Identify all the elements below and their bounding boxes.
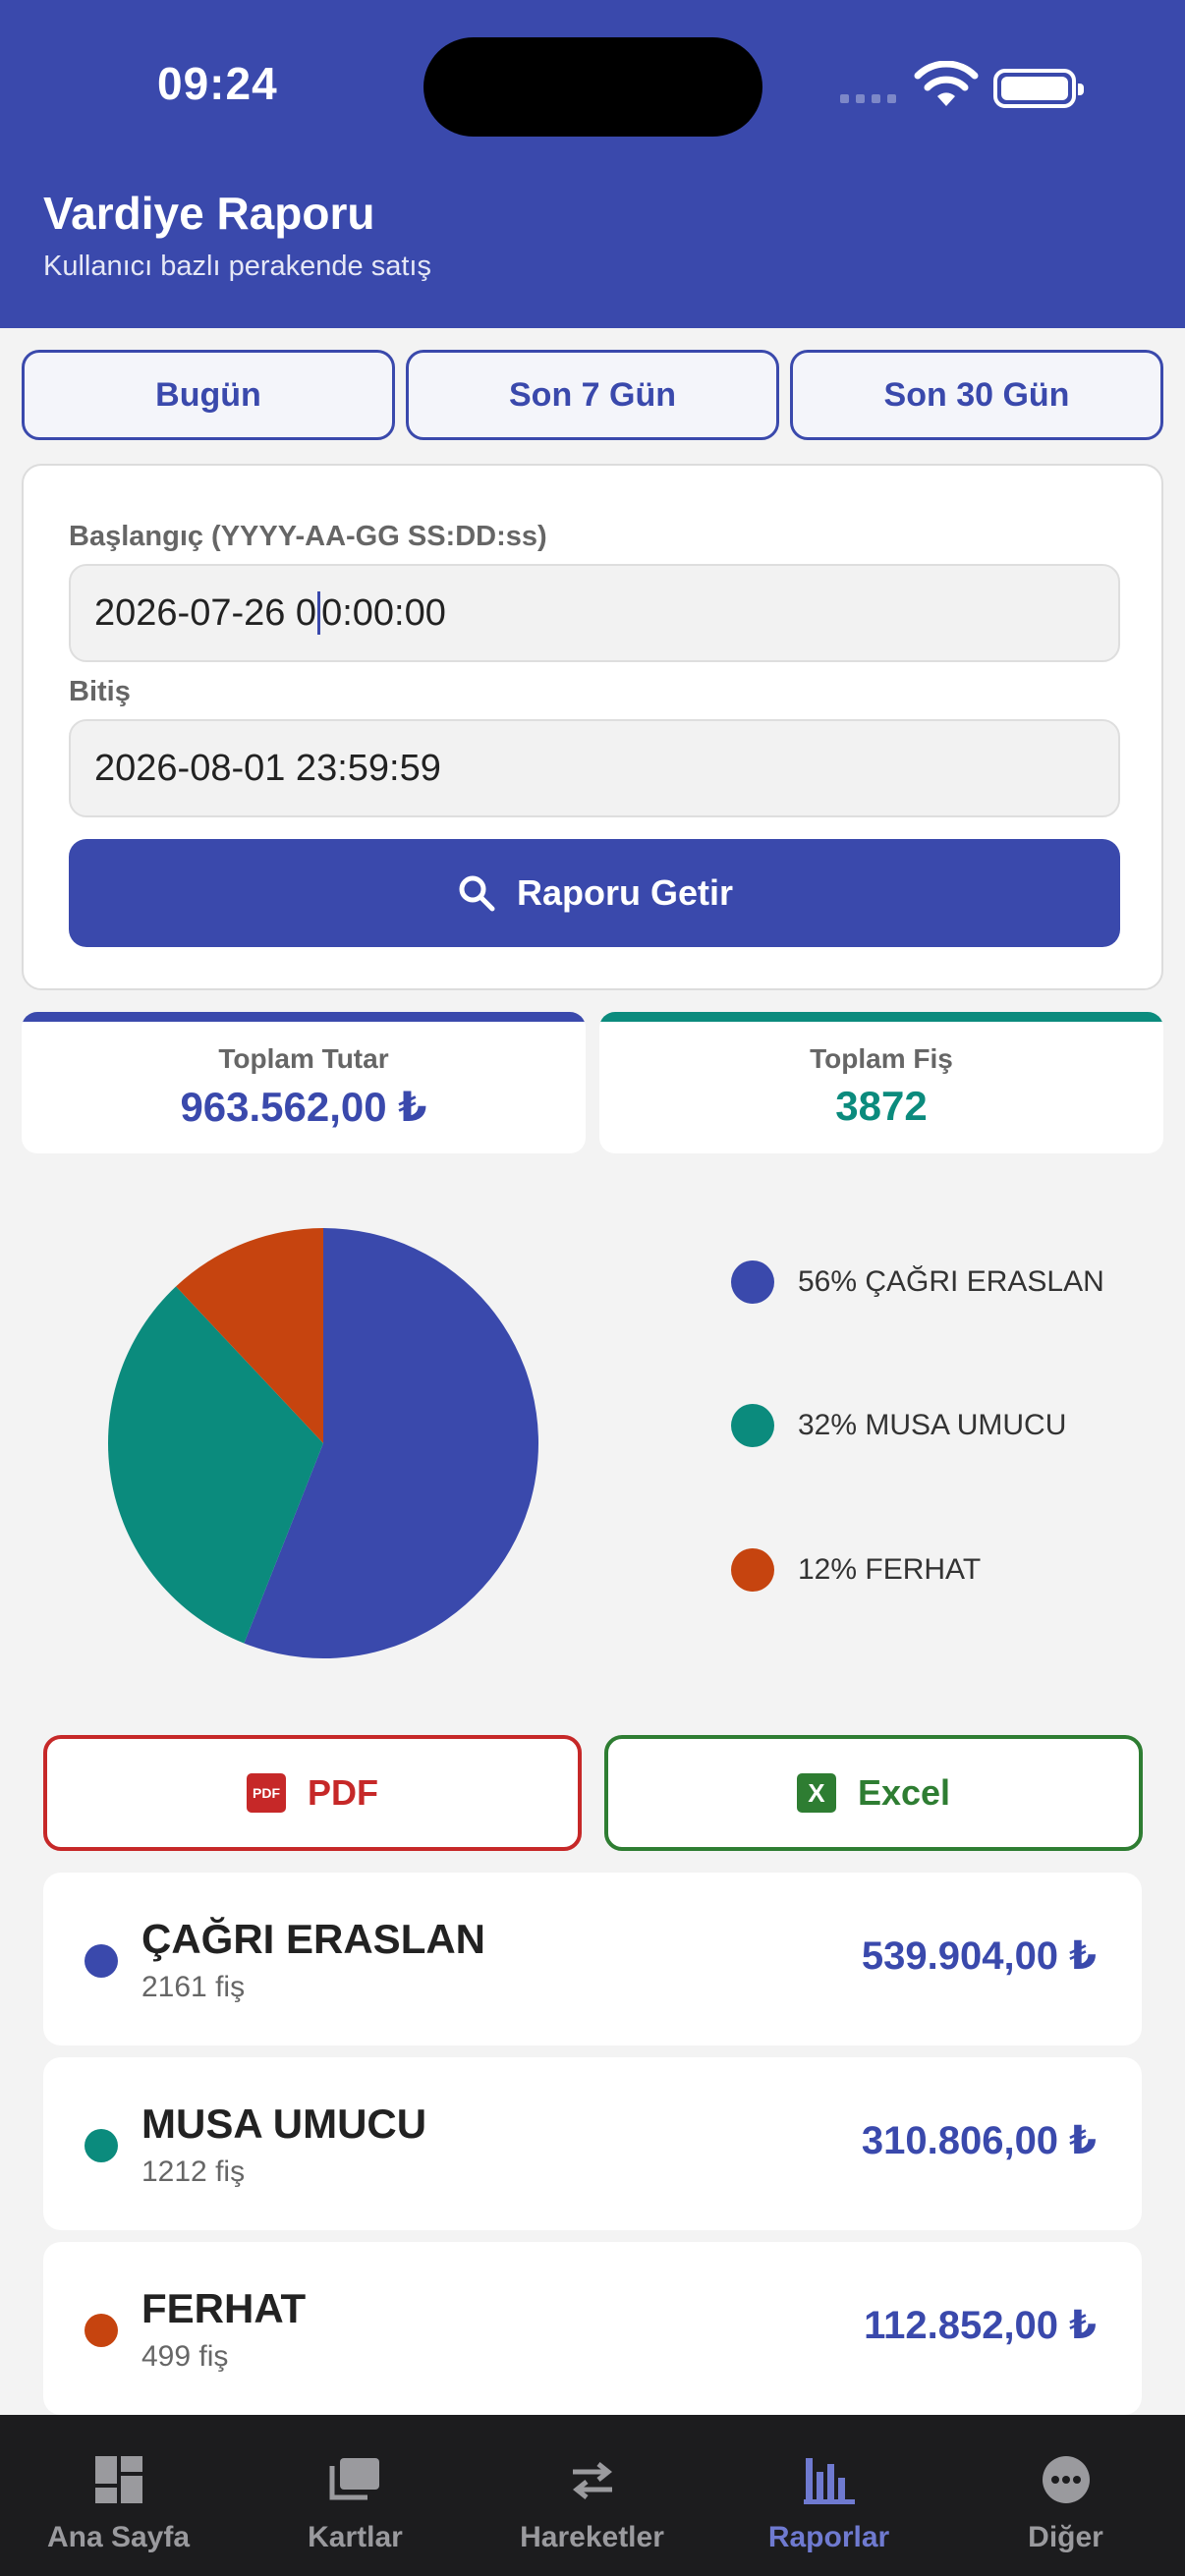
transfer-arrows-icon: [572, 2462, 612, 2499]
wifi-icon: [914, 61, 979, 106]
start-date-text: 2026-07-26 0: [94, 591, 317, 634]
end-date-input[interactable]: 2026-08-01 23:59:59: [69, 719, 1120, 817]
start-date-text-rest: 0:00:00: [321, 591, 446, 634]
end-date-label: Bitiş: [69, 676, 131, 707]
user-row[interactable]: MUSA UMUCU 1212 fiş 310.806,00 ₺: [43, 2057, 1142, 2230]
user-share-pie-chart: [107, 1228, 538, 1658]
dashboard-icon: [94, 2456, 142, 2503]
range-7-days-button[interactable]: Son 7 Gün: [406, 350, 779, 440]
legend-dot: [731, 1260, 774, 1304]
legend-item: 12% FERHAT: [731, 1548, 981, 1592]
legend-item: 56% ÇAĞRI ERASLAN: [731, 1260, 1104, 1304]
export-pdf-label: PDF: [308, 1772, 378, 1813]
user-receipt-count: 499 fiş: [141, 2340, 229, 2373]
legend-label: 12% FERHAT: [798, 1553, 982, 1586]
tab-label: Raporlar: [767, 2521, 890, 2553]
start-date-label: Başlangıç (YYYY-AA-GG SS:DD:ss): [69, 521, 547, 552]
tab-label: Hareketler: [520, 2521, 664, 2553]
bottom-tab-bar: Ana Sayfa Kartlar Hareketler Raporlar Di…: [0, 2415, 1185, 2576]
app-header: 09:24 Vardiye Raporu Kullanıcı bazlı per…: [0, 0, 1185, 328]
user-color-dot: [85, 1944, 118, 1978]
legend-dot: [731, 1404, 774, 1447]
tab-label: Kartlar: [308, 2521, 403, 2553]
tab-label: Diğer: [1028, 2521, 1103, 2553]
pdf-file-icon: PDF: [247, 1773, 286, 1813]
date-range-card: Başlangıç (YYYY-AA-GG SS:DD:ss) 2026-07-…: [22, 464, 1163, 990]
export-excel-label: Excel: [857, 1772, 951, 1813]
total-amount-label: Toplam Tutar: [218, 1043, 389, 1074]
battery-icon: [993, 69, 1084, 108]
user-amount: 539.904,00 ₺: [861, 1934, 1097, 1978]
tab-diger[interactable]: Diğer: [947, 2415, 1184, 2576]
tab-label: Ana Sayfa: [46, 2521, 191, 2553]
user-amount: 112.852,00 ₺: [864, 2304, 1097, 2347]
user-color-dot: [85, 2129, 118, 2162]
start-date-input[interactable]: 2026-07-26 0 0:00:00: [69, 564, 1120, 662]
total-amount-card: Toplam Tutar 963.562,00 ₺: [22, 1012, 586, 1153]
status-time: 09:24: [157, 58, 278, 109]
user-row[interactable]: ÇAĞRI ERASLAN 2161 fiş 539.904,00 ₺: [43, 1873, 1142, 2045]
range-30-days-button[interactable]: Son 30 Gün: [790, 350, 1163, 440]
range-today-button[interactable]: Bugün: [22, 350, 395, 440]
more-icon: [1042, 2456, 1090, 2503]
total-receipts-value: 3872: [835, 1083, 928, 1129]
cards-icon: [329, 2458, 379, 2500]
user-name: ÇAĞRI ERASLAN: [141, 1916, 486, 1962]
bar-chart-icon: [803, 2458, 855, 2504]
excel-file-icon: X: [796, 1773, 836, 1813]
user-row[interactable]: FERHAT 499 fiş 112.852,00 ₺: [43, 2242, 1142, 2415]
page-title: Vardiye Raporu: [43, 188, 375, 239]
tab-kartlar[interactable]: Kartlar: [237, 2415, 474, 2576]
legend-label: 32% MUSA UMUCU: [798, 1409, 1067, 1441]
tab-ana-sayfa[interactable]: Ana Sayfa: [0, 2415, 237, 2576]
dynamic-island: [423, 37, 762, 137]
legend-label: 56% ÇAĞRI ERASLAN: [798, 1265, 1104, 1298]
search-icon: [459, 875, 495, 912]
export-excel-button[interactable]: X Excel: [604, 1735, 1143, 1851]
tab-hareketler[interactable]: Hareketler: [474, 2415, 710, 2576]
user-receipt-count: 2161 fiş: [141, 1971, 246, 2003]
cellular-signal-icon: [840, 94, 896, 103]
legend-item: 32% MUSA UMUCU: [731, 1404, 1066, 1447]
fetch-report-button[interactable]: Raporu Getir: [69, 839, 1120, 947]
user-color-dot: [85, 2314, 118, 2347]
export-pdf-button[interactable]: PDF PDF: [43, 1735, 582, 1851]
user-amount: 310.806,00 ₺: [861, 2119, 1097, 2162]
text-cursor: [317, 591, 321, 635]
user-name: MUSA UMUCU: [141, 2100, 427, 2147]
page-subtitle: Kullanıcı bazlı perakende satış: [43, 251, 431, 282]
total-receipts-card: Toplam Fiş 3872: [599, 1012, 1163, 1153]
fetch-report-label: Raporu Getir: [516, 872, 734, 913]
user-receipt-count: 1212 fiş: [141, 2156, 246, 2188]
legend-dot: [731, 1548, 774, 1592]
total-receipts-label: Toplam Fiş: [810, 1043, 953, 1074]
user-name: FERHAT: [141, 2285, 307, 2331]
tab-raporlar[interactable]: Raporlar: [710, 2415, 947, 2576]
total-amount-value: 963.562,00 ₺: [180, 1084, 427, 1130]
